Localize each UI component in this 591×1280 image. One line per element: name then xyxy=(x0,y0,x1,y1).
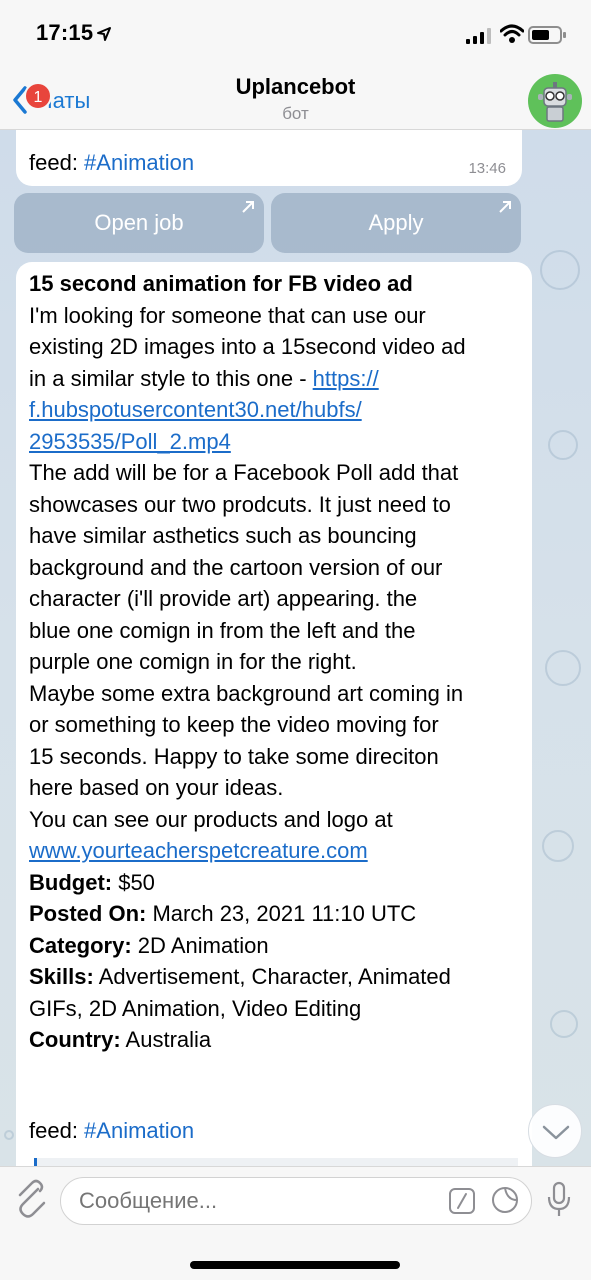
message-line: here based on your ideas. xyxy=(29,775,284,800)
message-line: I'm looking for someone that can use our xyxy=(29,302,426,328)
bot-command-icon[interactable] xyxy=(448,1187,476,1215)
sticker-icon[interactable] xyxy=(490,1185,520,1215)
apply-label: Apply xyxy=(368,210,424,235)
budget-value: $50 xyxy=(112,869,155,895)
message-line: 15 seconds. Happy to take some direciton xyxy=(29,743,439,769)
budget-label: Budget: xyxy=(29,869,113,895)
message-bubble: feed: #Animation 13:46 xyxy=(16,130,522,186)
home-indicator xyxy=(190,1261,400,1269)
message-line: showcases our two prodcuts. It just need… xyxy=(29,491,451,517)
category-row: Category: 2D Animation xyxy=(29,930,525,962)
message-line: Maybe some extra background art coming i… xyxy=(29,680,464,706)
category-label: Category: xyxy=(29,932,132,958)
status-bar: 17:15 xyxy=(0,0,591,66)
job-message-body: 15 second animation for FB video ad I'm … xyxy=(29,268,525,1056)
message-line: existing 2D images into a 15second video… xyxy=(29,334,466,359)
video-link[interactable]: f.hubspotusercontent30.net/hubfs/ xyxy=(29,397,362,422)
message-line: character (i'll provide art) appearing. … xyxy=(29,586,418,611)
category-value: 2D Animation xyxy=(131,932,269,958)
hashtag-link[interactable]: #Animation xyxy=(84,150,194,175)
battery-icon xyxy=(528,26,566,44)
chevron-down-icon xyxy=(542,1125,570,1140)
message-line: 2953535/Poll_2.mp4 xyxy=(29,426,525,458)
message-line: The add will be for a Facebook Poll add … xyxy=(29,460,459,485)
message-line: or something to keep the video moving fo… xyxy=(29,712,439,737)
posted-label: Posted On: xyxy=(29,901,147,926)
job-message-bubble: 15 second animation for FB video ad I'm … xyxy=(16,262,532,1182)
open-job-button[interactable]: Open job xyxy=(14,193,264,253)
location-arrow-icon xyxy=(97,27,111,41)
feed-prefix: feed: xyxy=(29,150,85,175)
message-line: f.hubspotusercontent30.net/hubfs/ xyxy=(29,394,525,426)
hashtag-link[interactable]: #Animation xyxy=(84,1118,194,1143)
message-line: www.yourteacherspetcreature.com xyxy=(29,835,525,867)
external-link-arrow-icon xyxy=(499,201,511,213)
external-link-arrow-icon xyxy=(242,201,254,213)
country-label: Country: xyxy=(29,1027,121,1052)
posted-value: March 23, 2021 11:10 UTC xyxy=(146,901,417,926)
video-link[interactable]: 2953535/Poll_2.mp4 xyxy=(29,429,231,454)
feed-line: feed: #Animation xyxy=(29,150,194,176)
message-line: purple one comign in for the right. xyxy=(29,649,357,674)
skills-label: Skills: xyxy=(29,964,94,989)
country-value: Australia xyxy=(120,1027,212,1052)
website-link[interactable]: www.yourteacherspetcreature.com xyxy=(29,838,368,863)
message-text: in a similar style to this one - xyxy=(29,365,313,391)
chat-header: Чаты 1 Uplancebot бот xyxy=(0,66,591,130)
message-line: blue one comign in from the left and the xyxy=(29,617,416,643)
feed-prefix: feed: xyxy=(29,1118,85,1143)
open-job-label: Open job xyxy=(94,210,184,235)
message-time: 13:46 xyxy=(468,160,506,177)
status-time: 17:15 xyxy=(36,20,94,45)
paperclip-icon[interactable] xyxy=(12,1179,50,1221)
message-line: have similar asthetics such as bouncing xyxy=(29,523,417,548)
message-line: You can see our products and logo at xyxy=(29,806,393,832)
skills-row-continued: GIFs, 2D Animation, Video Editing xyxy=(29,995,362,1021)
chat-title[interactable]: Uplancebot xyxy=(0,74,591,100)
budget-row: Budget: $50 xyxy=(29,867,525,899)
video-link[interactable]: https:// xyxy=(313,366,379,391)
skills-row: Skills: Advertisement, Character, Animat… xyxy=(29,961,525,993)
wifi-icon xyxy=(500,24,524,43)
posted-row: Posted On: March 23, 2021 11:10 UTC xyxy=(29,898,525,930)
job-title: 15 second animation for FB video ad xyxy=(29,271,413,296)
skills-value: Advertisement, Character, Animated xyxy=(93,964,451,989)
country-row: Country: Australia xyxy=(29,1024,525,1056)
cellular-signal-icon xyxy=(466,28,491,44)
microphone-icon[interactable] xyxy=(546,1181,572,1219)
apply-button[interactable]: Apply xyxy=(271,193,521,253)
message-line: in a similar style to this one - https:/… xyxy=(29,363,525,395)
chat-subtitle: бот xyxy=(282,104,309,123)
scroll-to-bottom-button[interactable] xyxy=(528,1104,582,1158)
robot-icon xyxy=(538,82,572,122)
bot-avatar[interactable] xyxy=(528,74,582,128)
feed-line: feed: #Animation xyxy=(29,1118,194,1144)
message-line: background and the cartoon version of ou… xyxy=(29,554,443,580)
